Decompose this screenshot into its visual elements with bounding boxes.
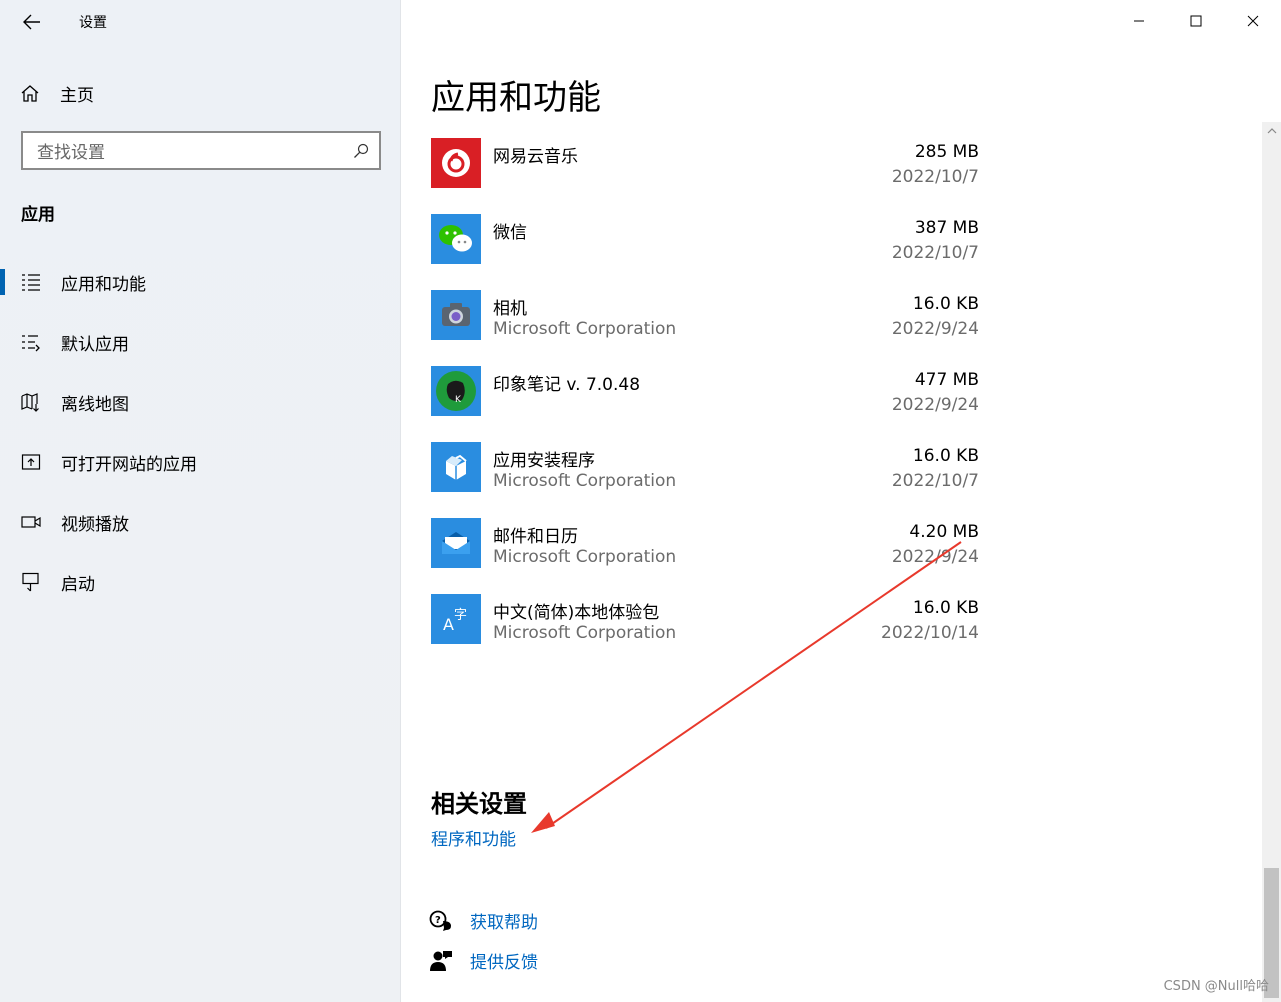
evernote-icon: K xyxy=(431,366,481,416)
app-name: 微信 xyxy=(493,223,527,243)
svg-text:字: 字 xyxy=(454,608,467,623)
app-installer-icon xyxy=(431,442,481,492)
app-size: 16.0 KB xyxy=(912,446,979,466)
mail-icon xyxy=(431,518,481,568)
svg-text:?: ? xyxy=(435,915,441,926)
app-publisher: Microsoft Corporation xyxy=(493,623,677,643)
search-icon[interactable] xyxy=(343,143,379,159)
app-date: 2022/10/7 xyxy=(891,471,979,491)
main-content: 应用和功能 网易云音乐 285 MB 2022/10/7 微信 387 MB 2… xyxy=(401,0,1281,1002)
app-name: 网易云音乐 xyxy=(493,147,578,167)
get-help-link[interactable]: ? 获取帮助 xyxy=(429,908,538,933)
app-name: 中文(简体)本地体验包 xyxy=(493,603,660,623)
default-apps-icon xyxy=(21,332,41,352)
sidebar-item-label: 启动 xyxy=(61,574,95,595)
sidebar-item-label: 应用和功能 xyxy=(61,274,146,295)
sidebar-item-label: 离线地图 xyxy=(61,394,129,415)
sidebar-item-offline-maps[interactable]: 离线地图 xyxy=(0,382,400,422)
window-title: 设置 xyxy=(79,15,107,31)
app-list-item[interactable]: 相机 Microsoft Corporation 16.0 KB 2022/9/… xyxy=(431,286,979,362)
sidebar-item-label: 可打开网站的应用 xyxy=(61,454,197,475)
feedback-label: 提供反馈 xyxy=(470,953,538,973)
back-button[interactable] xyxy=(14,8,50,36)
back-arrow-icon xyxy=(23,14,40,30)
sidebar-item-apps-for-websites[interactable]: 可打开网站的应用 xyxy=(0,442,400,482)
app-name: 邮件和日历 xyxy=(493,527,578,547)
close-icon xyxy=(1247,15,1258,27)
app-list-item[interactable]: 邮件和日历 Microsoft Corporation 4.20 MB 2022… xyxy=(431,514,979,590)
sidebar-item-label: 默认应用 xyxy=(61,334,129,355)
home-icon xyxy=(21,85,39,102)
svg-text:A: A xyxy=(443,615,454,633)
app-size: 16.0 KB xyxy=(912,598,979,618)
app-date: 2022/9/24 xyxy=(891,319,979,339)
app-date: 2022/10/7 xyxy=(891,243,979,263)
app-name: 印象笔记 v. 7.0.48 xyxy=(493,375,641,395)
app-size: 4.20 MB xyxy=(909,522,979,542)
app-date: 2022/9/24 xyxy=(891,395,979,415)
minimize-button[interactable] xyxy=(1110,0,1167,42)
search-input[interactable]: 查找设置 xyxy=(21,131,381,170)
help-chat-icon: ? xyxy=(429,910,451,931)
offline-map-icon xyxy=(21,392,41,412)
scroll-up-button[interactable] xyxy=(1262,122,1281,140)
app-size: 387 MB xyxy=(914,218,979,238)
app-list-item[interactable]: 微信 387 MB 2022/10/7 xyxy=(431,210,979,286)
app-date: 2022/10/7 xyxy=(891,167,979,187)
chevron-up-icon xyxy=(1267,128,1276,134)
related-settings-title: 相关设置 xyxy=(431,790,527,818)
help-label: 获取帮助 xyxy=(470,913,538,933)
apps-list-icon xyxy=(21,272,41,292)
app-list-item[interactable]: A字 中文(简体)本地体验包 Microsoft Corporation 16.… xyxy=(431,590,979,666)
maximize-icon xyxy=(1190,15,1201,27)
app-list-item[interactable]: 网易云音乐 285 MB 2022/10/7 xyxy=(431,134,979,210)
app-publisher: Microsoft Corporation xyxy=(493,471,677,491)
sidebar-item-home[interactable]: 主页 xyxy=(20,80,94,106)
close-button[interactable] xyxy=(1224,0,1281,42)
sidebar: 设置 主页 查找设置 应用 应用和功能 默认应用 离线地图 可打开网站的应用 视… xyxy=(0,0,401,1002)
sidebar-item-default-apps[interactable]: 默认应用 xyxy=(0,322,400,362)
app-size: 477 MB xyxy=(914,370,979,390)
app-publisher: Microsoft Corporation xyxy=(493,547,677,567)
app-size: 285 MB xyxy=(914,142,979,162)
maximize-button[interactable] xyxy=(1167,0,1224,42)
app-name: 应用安装程序 xyxy=(493,451,595,471)
sidebar-item-video-playback[interactable]: 视频播放 xyxy=(0,502,400,542)
section-title: 应用 xyxy=(21,205,55,225)
app-name: 相机 xyxy=(493,299,527,319)
app-publisher: Microsoft Corporation xyxy=(493,319,677,339)
sidebar-item-apps-features[interactable]: 应用和功能 xyxy=(0,262,400,302)
app-size: 16.0 KB xyxy=(912,294,979,314)
video-icon xyxy=(21,512,41,532)
netease-music-icon xyxy=(431,138,481,188)
camera-icon xyxy=(431,290,481,340)
wechat-icon xyxy=(431,214,481,264)
app-list-item[interactable]: K 印象笔记 v. 7.0.48 477 MB 2022/9/24 xyxy=(431,362,979,438)
app-date: 2022/10/14 xyxy=(881,623,979,643)
window-controls xyxy=(1110,0,1281,42)
app-list-item[interactable]: 应用安装程序 Microsoft Corporation 16.0 KB 202… xyxy=(431,438,979,514)
startup-icon xyxy=(21,572,41,592)
minimize-icon xyxy=(1133,20,1144,22)
page-title: 应用和功能 xyxy=(431,78,601,118)
watermark: CSDN @Null哈哈 xyxy=(1163,979,1269,994)
language-pack-icon: A字 xyxy=(431,594,481,644)
give-feedback-link[interactable]: 提供反馈 xyxy=(429,948,538,973)
feedback-icon xyxy=(430,950,452,971)
sidebar-item-label: 视频播放 xyxy=(61,514,129,535)
sidebar-item-startup[interactable]: 启动 xyxy=(0,562,400,602)
apps-for-websites-icon xyxy=(21,452,41,472)
home-label: 主页 xyxy=(60,85,94,106)
search-placeholder: 查找设置 xyxy=(37,143,105,163)
app-date: 2022/9/24 xyxy=(891,547,979,567)
programs-and-features-link[interactable]: 程序和功能 xyxy=(431,825,516,850)
